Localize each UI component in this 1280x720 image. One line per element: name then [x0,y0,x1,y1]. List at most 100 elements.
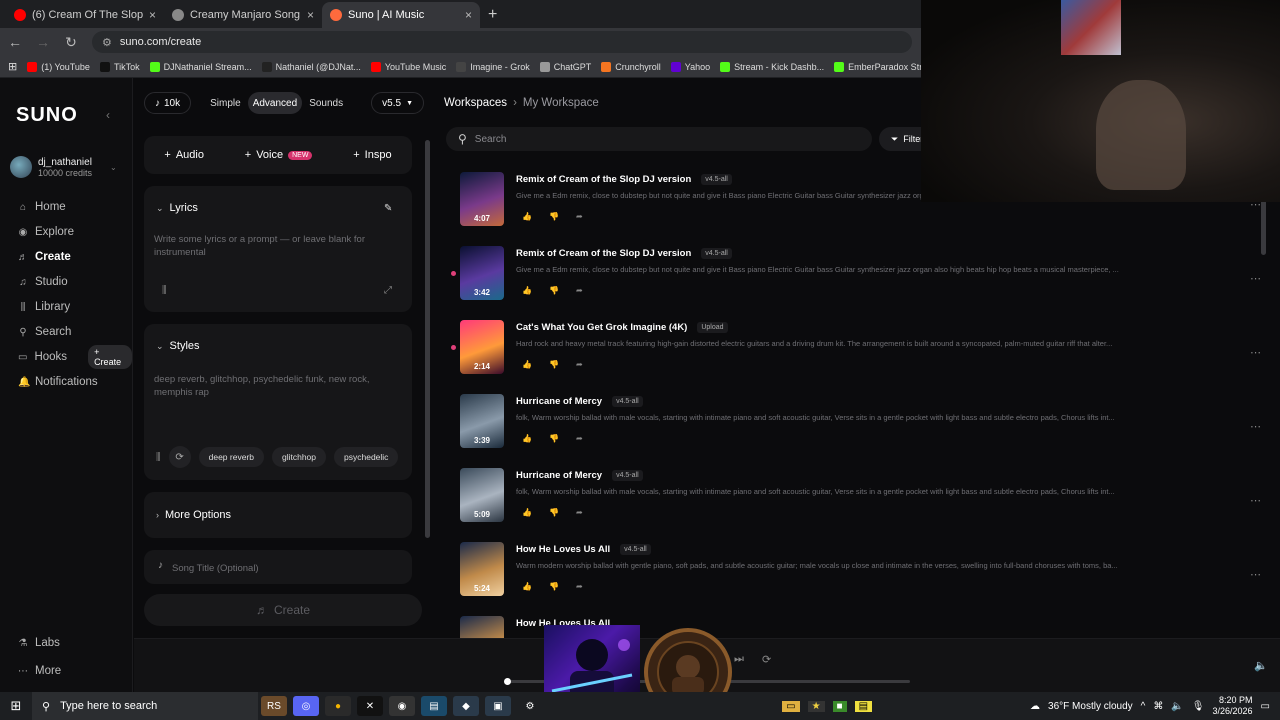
forward-icon[interactable]: → [36,34,50,50]
bookmark-item[interactable]: YouTube Music [370,61,446,72]
thumbs-up-icon[interactable]: 👍 [522,434,532,443]
styles-input[interactable]: deep reverb, glitchhop, psychedelic funk… [154,373,400,399]
share-icon[interactable]: ➦ [576,360,583,369]
browser-tab[interactable]: Creamy Manjaro Song Lyrics - C × [164,2,322,28]
browser-tab[interactable]: Suno | AI Music × [322,2,480,28]
song-title-text[interactable]: Cat's What You Get Grok Imagine (4K) [516,322,687,333]
skip-next-icon[interactable]: ⏭ [734,653,744,666]
add-inspo-button[interactable]: + Inspo [353,149,391,161]
collapse-sidebar-icon[interactable]: ‹ [106,108,110,122]
song-row[interactable]: 5:24 How He Loves Us All v4.5-all Warm mode… [460,542,1261,610]
thumbs-down-icon[interactable]: 👎 [549,582,559,591]
thumbs-down-icon[interactable]: 👎 [549,212,559,221]
sidebar-item-create[interactable]: ♬ Create [18,250,132,264]
app-icon-generic[interactable]: ◆ [453,696,479,716]
sidebar-item-more[interactable]: ⋯ More [18,664,61,678]
hooks-create-button[interactable]: + Create [88,345,132,369]
sidebar-item-hooks[interactable]: ▭ Hooks + Create [18,345,132,369]
close-icon[interactable]: × [307,8,314,22]
sidebar-item-studio[interactable]: ♫ Studio [18,275,132,289]
bookmark-item[interactable]: TikTok [99,61,140,72]
thumbs-up-icon[interactable]: 👍 [522,582,532,591]
thumbs-down-icon[interactable]: 👎 [549,508,559,517]
notepad-app-icon[interactable]: ▤ [421,696,447,716]
taskbar-search[interactable]: ⚲ Type here to search [32,692,258,720]
mode-tab-advanced[interactable]: Advanced [247,92,303,114]
song-title-text[interactable]: Hurricane of Mercy [516,396,602,407]
thumbs-down-icon[interactable]: 👎 [549,434,559,443]
site-info-icon[interactable]: ⚙ [102,36,112,49]
song-title-text[interactable]: Remix of Cream of the Slop DJ version [516,174,691,185]
network-icon[interactable]: ⌘ [1153,701,1163,712]
style-tag[interactable]: psychedelic [334,447,399,467]
chevron-up-icon[interactable]: ^ [1141,701,1146,712]
bookmark-item[interactable]: ChatGPT [539,61,591,72]
progress-knob[interactable] [504,678,511,685]
settings-icon[interactable]: ⚙ [517,696,543,716]
song-row[interactable]: 5:09 Hurricane of Mercy v4.5-all folk, Warm… [460,468,1261,536]
windows-start-icon[interactable]: ⊞ [0,692,32,720]
song-row[interactable]: 3:39 Hurricane of Mercy v4.5-all folk, Warm… [460,394,1261,462]
star-app-icon[interactable]: ★ [807,700,825,712]
bookmark-item[interactable]: (1) YouTube [27,61,90,72]
thumbs-down-icon[interactable]: 👎 [549,360,559,369]
bookmark-item[interactable]: Stream - Kick Dashb... [720,61,824,72]
user-profile[interactable]: dj_nathaniel 10000 credits ⌄ [10,156,117,178]
expand-icon[interactable]: ⤢ [384,285,392,296]
bookmark-item[interactable]: Yahoo [670,61,710,72]
song-title-text[interactable]: Hurricane of Mercy [516,470,602,481]
sticky-notes-icon[interactable]: ▤ [854,700,873,712]
sidebar-item-explore[interactable]: ◉ Explore [18,225,132,239]
lyrics-input[interactable]: Write some lyrics or a prompt — or leave… [154,233,368,259]
song-cover[interactable]: 4:07 [460,172,504,226]
song-title-text[interactable]: How He Loves Us All [516,544,610,555]
song-title-input[interactable]: Song Title (Optional) [172,562,259,575]
weather-text[interactable]: 36°F Mostly cloudy [1048,701,1133,712]
thumbs-up-icon[interactable]: 👍 [522,286,532,295]
suno-logo[interactable]: SUNO [16,104,78,127]
song-cover[interactable]: 2:14 [460,320,504,374]
address-bar[interactable]: ⚙ suno.com/create [92,31,912,53]
discord-app-icon[interactable]: ◎ [293,696,319,716]
sidebar-item-home[interactable]: ⌂ Home [18,200,132,214]
clock[interactable]: 8:20 PM 3/26/2026 [1213,695,1253,717]
share-icon[interactable]: ➦ [576,434,583,443]
lyrics-toggle[interactable]: ⌄ Lyrics [156,202,198,214]
thumbs-up-icon[interactable]: 👍 [522,212,532,221]
sidebar-item-labs[interactable]: ⚗ Labs [18,636,61,650]
credits-pill[interactable]: ♪ 10k [144,92,192,114]
song-cover[interactable]: 3:42 [460,246,504,300]
styles-toggle[interactable]: ⌄ Styles [156,340,200,352]
breadcrumb-workspaces[interactable]: Workspaces [444,97,507,109]
model-version-select[interactable]: v5.5 ▼ [371,92,424,114]
obs-app-icon[interactable]: ◉ [389,696,415,716]
thumbs-up-icon[interactable]: 👍 [522,360,532,369]
new-tab-icon[interactable]: + [480,6,505,28]
bookmark-item[interactable]: Nathaniel (@DJNat... [261,61,361,72]
chrome-app-icon[interactable]: ● [325,696,351,716]
sidebar-item-notifications[interactable]: 🔔 Notifications [18,375,132,389]
search-input[interactable]: ⚲ Search [446,127,872,151]
style-tag[interactable]: deep reverb [198,447,264,467]
back-icon[interactable]: ← [8,34,22,50]
style-tag[interactable]: glitchhop [271,447,327,467]
bookmark-item[interactable]: DJNathaniel Stream... [149,61,252,72]
chevron-down-icon[interactable]: ⌄ [110,163,117,172]
notifications-icon[interactable]: ▭ [1261,701,1270,712]
share-icon[interactable]: ➦ [576,582,583,591]
mode-tab-simple[interactable]: Simple [205,92,246,114]
browser-tab[interactable]: (6) Cream Of The Slop - YouTube × [6,2,164,28]
speaker-icon[interactable]: 🔈 [1171,701,1183,712]
sidebar-item-library[interactable]: ⫼ Library [18,300,132,314]
share-icon[interactable]: ➦ [576,286,583,295]
close-icon[interactable]: × [149,8,156,22]
app-icon-generic-2[interactable]: ▣ [485,696,511,716]
create-button[interactable]: ♬ Create [144,594,422,626]
capcut-app-icon[interactable]: ✕ [357,696,383,716]
folder-icon[interactable]: ▭ [782,700,800,712]
more-options-card[interactable]: › More Options [144,492,412,538]
song-row[interactable]: 3:42 Remix of Cream of the Slop DJ versio… [451,246,1261,314]
bookmark-item[interactable]: Imagine - Grok [456,61,530,72]
share-icon[interactable]: ➦ [576,508,583,517]
microphone-icon[interactable]: 🎙 [1192,701,1205,712]
